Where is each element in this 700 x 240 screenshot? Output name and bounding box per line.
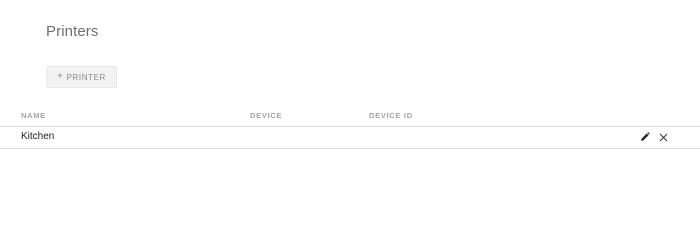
column-header-device: DEVICE — [250, 111, 283, 120]
column-header-device-id: DEVICE ID — [369, 111, 413, 120]
plus-icon: + — [57, 71, 64, 82]
table-row-divider — [0, 148, 700, 149]
printers-page: Printers + PRINTER NAME DEVICE DEVICE ID… — [0, 0, 700, 213]
page-title: Printers — [46, 23, 99, 40]
column-header-name: NAME — [21, 111, 46, 120]
table-header: NAME DEVICE DEVICE ID — [0, 108, 700, 126]
close-icon[interactable] — [657, 131, 669, 143]
table-row[interactable]: Kitchen — [0, 127, 700, 148]
add-printer-button[interactable]: + PRINTER — [46, 66, 117, 88]
edit-icon[interactable] — [639, 131, 651, 143]
add-printer-label: PRINTER — [66, 72, 106, 82]
printer-name-cell: Kitchen — [21, 131, 55, 142]
